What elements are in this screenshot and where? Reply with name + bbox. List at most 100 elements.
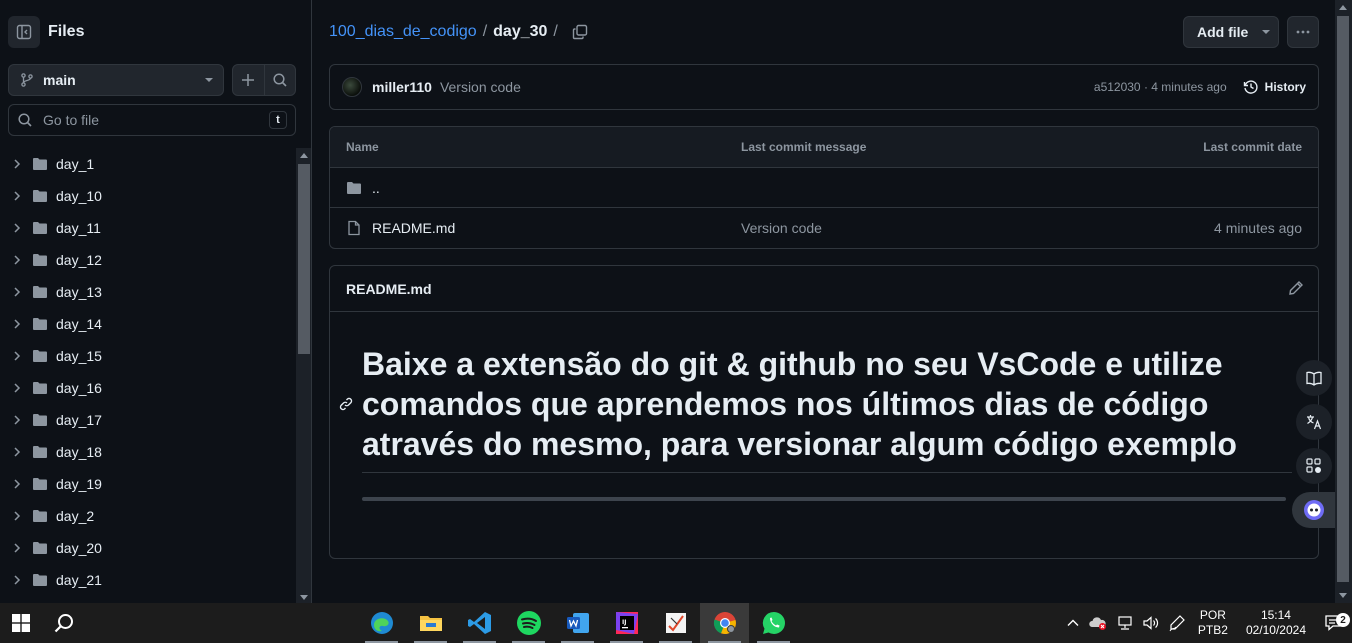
commit-hash-time[interactable]: a512030 · 4 minutes ago [1094,80,1227,94]
sidebar-item-label: day_12 [56,252,102,268]
sidebar-item-day-14[interactable]: day_14 [0,308,296,340]
chevron-right-icon[interactable] [10,286,24,298]
reader-mode-button[interactable] [1296,360,1332,396]
scroll-up-arrow-icon[interactable] [1339,5,1347,10]
column-header-message: Last commit message [741,140,867,154]
more-options-button[interactable] [1287,16,1319,48]
sidebar-item-label: day_14 [56,316,102,332]
add-file-sidebar-button[interactable] [233,65,264,95]
sidebar-item-day-16[interactable]: day_16 [0,372,296,404]
taskbar-apps: IJ [357,603,798,643]
breadcrumb: 100_dias_de_codigo / day_30 / [329,22,588,42]
search-code-button[interactable] [263,65,296,95]
sidebar-item-day-15[interactable]: day_15 [0,340,296,372]
taskbar-app-word[interactable] [553,603,602,643]
chevron-right-icon[interactable] [10,318,24,330]
page-scrollbar[interactable] [1335,0,1352,603]
extensions-button[interactable] [1296,448,1332,484]
notes-app-icon [665,613,686,633]
chevron-right-icon[interactable] [10,158,24,170]
sidebar-item-day-17[interactable]: day_17 [0,404,296,436]
translate-button[interactable] [1296,404,1332,440]
search-icon [18,113,32,127]
go-to-file-input[interactable]: Go to file t [8,104,296,136]
sidebar-item-day-21[interactable]: day_21 [0,564,296,596]
chevron-right-icon[interactable] [10,350,24,362]
folder-icon [347,181,361,194]
chevron-right-icon[interactable] [10,574,24,586]
scroll-up-arrow-icon[interactable] [300,153,308,158]
scrollbar-thumb[interactable] [298,164,310,354]
taskbar-app-file-explorer[interactable] [406,603,455,643]
chevron-up-icon [1067,619,1079,626]
taskbar-search-button[interactable] [46,603,82,643]
spotify-icon [516,611,541,635]
taskbar-app-spotify[interactable] [504,603,553,643]
file-link[interactable]: README.md [346,220,455,236]
sidebar-item-day-13[interactable]: day_13 [0,276,296,308]
clock[interactable]: 15:14 02/10/2024 [1246,608,1306,638]
chevron-right-icon[interactable] [10,446,24,458]
history-button[interactable]: History [1243,79,1306,95]
input-language-indicator[interactable]: POR PTB2 [1198,608,1228,638]
folder-icon [32,188,48,204]
sidebar-item-day-20[interactable]: day_20 [0,532,296,564]
taskbar-app-edge[interactable] [357,603,406,643]
table-row[interactable]: README.md Version code 4 minutes ago [330,208,1318,248]
chevron-right-icon[interactable] [10,254,24,266]
taskbar-app-chrome[interactable] [700,603,749,643]
sidebar-item-day-2[interactable]: day_2 [0,500,296,532]
sidebar-item-day-10[interactable]: day_10 [0,180,296,212]
scroll-down-arrow-icon[interactable] [1339,593,1347,598]
breadcrumb-repo-link[interactable]: 100_dias_de_codigo [329,23,477,41]
chevron-right-icon[interactable] [10,542,24,554]
sidebar-item-day-18[interactable]: day_18 [0,436,296,468]
taskbar-app-whatsapp[interactable] [749,603,798,643]
start-button[interactable] [6,603,36,643]
commit-message-link[interactable]: Version code [440,79,1094,95]
pen-menu[interactable] [1168,614,1186,632]
scrollbar-thumb[interactable] [1337,16,1349,582]
word-icon [566,613,589,633]
sidebar-item-day-12[interactable]: day_12 [0,244,296,276]
assistant-button[interactable] [1292,492,1336,528]
collapse-sidebar-button[interactable] [8,16,40,48]
add-file-button[interactable]: Add file [1183,16,1279,48]
breadcrumb-separator: / [553,23,558,40]
search-icon [273,73,287,87]
commit-author-link[interactable]: miller110 [372,79,432,95]
chevron-right-icon[interactable] [10,510,24,522]
chevron-right-icon[interactable] [10,222,24,234]
copy-path-button[interactable] [572,24,588,40]
sidebar-scrollbar[interactable] [296,148,311,603]
volume-icon [1143,616,1158,630]
chevron-right-icon[interactable] [10,382,24,394]
sidebar-item-day-19[interactable]: day_19 [0,468,296,500]
network-status[interactable] [1116,615,1134,631]
clock-time: 15:14 [1260,608,1291,622]
volume-control[interactable] [1142,615,1160,631]
show-hidden-icons-button[interactable] [1066,616,1080,630]
file-commit-message[interactable]: Version code [741,220,822,236]
scroll-down-arrow-icon[interactable] [300,595,308,600]
chevron-right-icon[interactable] [10,190,24,202]
chevron-right-icon[interactable] [10,414,24,426]
edit-file-button[interactable] [1288,280,1304,299]
parent-directory-label: .. [372,179,380,196]
sidebar-item-day-11[interactable]: day_11 [0,212,296,244]
column-header-name: Name [346,140,379,154]
readme-title[interactable]: README.md [346,281,432,297]
taskbar-app-vscode[interactable] [455,603,504,643]
parent-directory-link[interactable]: .. [346,180,380,196]
avatar[interactable] [342,77,362,97]
chevron-right-icon[interactable] [10,478,24,490]
table-row-parent[interactable]: .. [330,168,1318,208]
taskbar-app-intellij[interactable]: IJ [602,603,651,643]
file-tree-sidebar: Files main Go to file t day_1 day_10 day_1… [0,0,312,603]
taskbar-app-notes[interactable] [651,603,700,643]
heading-anchor-link[interactable] [338,396,354,415]
notification-center-button[interactable]: 2 [1316,613,1352,633]
onedrive-status[interactable] [1088,615,1108,631]
sidebar-item-day-1[interactable]: day_1 [0,148,296,180]
branch-selector-button[interactable]: main [8,64,224,96]
